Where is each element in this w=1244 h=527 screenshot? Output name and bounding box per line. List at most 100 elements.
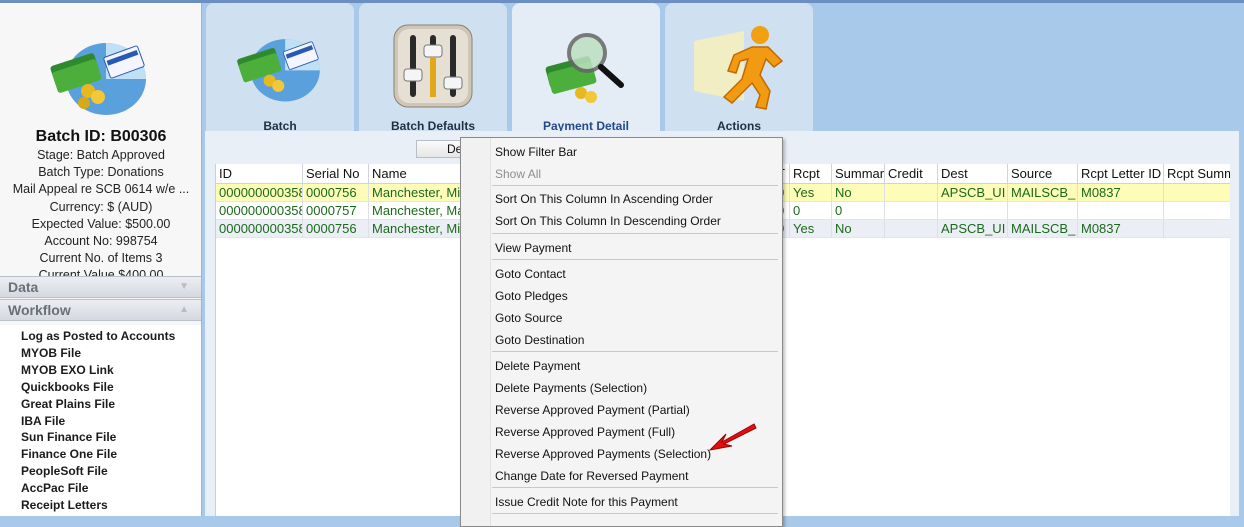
menu-item-goto-pledges[interactable]: Goto Pledges (495, 289, 568, 303)
cell-summary: 0 (832, 202, 885, 220)
batch-currency: Currency: $ (AUD) (49, 199, 153, 214)
chevron-down-icon: ▼ (179, 281, 189, 292)
cell-id: 00000000035811 (216, 184, 303, 202)
cell-rcpt-summary (1164, 184, 1230, 202)
cell-name: Manchester, Mi (369, 220, 461, 238)
workflow-item-myob-file[interactable]: MYOB File (0, 345, 201, 362)
batch-item-count: Current No. of Items 3 (39, 251, 163, 266)
cell-name: Manchester, Ma (369, 202, 461, 220)
money-credit-card-icon (50, 43, 146, 115)
cell-summary: No (832, 184, 885, 202)
cell-serial-no: 0000756 (303, 184, 369, 202)
menu-item-delete-payment[interactable]: Delete Payment (495, 359, 580, 373)
batch-account-no: Account No: 998754 (44, 234, 158, 249)
cell-serial-no: 0000757 (303, 202, 369, 220)
column-header-rcpt-letter-id[interactable]: Rcpt Letter ID (1078, 164, 1164, 184)
column-header-id[interactable]: ID (216, 164, 303, 184)
workflow-item-accpac[interactable]: AccPac File (0, 480, 201, 497)
batch-info: Batch ID: B00306 Stage: Batch Approved B… (0, 127, 201, 285)
cell-rcpt: 0 (790, 202, 832, 220)
workflow-item-great-plains[interactable]: Great Plains File (0, 396, 201, 413)
menu-item-issue-credit-note[interactable]: Issue Credit Note for this Payment (495, 495, 678, 509)
menu-item-sort-descending[interactable]: Sort On This Column In Descending Order (495, 214, 721, 228)
running-man-icon (694, 26, 784, 110)
workflow-item-myob-exo[interactable]: MYOB EXO Link (0, 362, 201, 379)
column-header-rcpt[interactable]: Rcpt (790, 164, 832, 184)
cell-dest: APSCB_UI (938, 184, 1008, 202)
cell-summary: No (832, 220, 885, 238)
cell-name: Manchester, Mi (369, 184, 461, 202)
menu-item-reverse-selection[interactable]: Reverse Approved Payments (Selection) (495, 447, 711, 461)
menu-separator (492, 513, 778, 514)
batch-expected-value: Expected Value: $500.00 (31, 216, 171, 231)
workflow-list: Log as Posted to Accounts MYOB File MYOB… (0, 325, 201, 516)
cell-id: 00000000035833 (216, 220, 303, 238)
cell-credit (885, 202, 938, 220)
grid-context-menu: Show Filter Bar Show All Sort On This Co… (460, 137, 783, 527)
workflow-section-header[interactable]: Workflow ▲ (0, 299, 201, 321)
menu-item-sort-ascending[interactable]: Sort On This Column In Ascending Order (495, 192, 713, 206)
cell-rcpt-summary (1164, 220, 1230, 238)
cell-rcpt: Yes (790, 220, 832, 238)
menu-item-show-all: Show All (495, 167, 542, 181)
menu-item-show-filter-bar[interactable]: Show Filter Bar (495, 145, 577, 159)
menu-icon-gutter (461, 138, 491, 526)
cell-id: 00000000035822 (216, 202, 303, 220)
cell-rcpt-letter-id (1078, 202, 1164, 220)
menu-separator (492, 351, 778, 352)
menu-item-delete-payments-selection[interactable]: Delete Payments (Selection) (495, 381, 647, 395)
menu-separator (492, 233, 778, 234)
menu-item-goto-contact[interactable]: Goto Contact (495, 267, 566, 281)
details-button[interactable]: Details (416, 140, 464, 158)
column-header-source[interactable]: Source (1008, 164, 1078, 184)
tab-payment-detail[interactable]: Payment Detail (512, 3, 660, 133)
workflow-section-label: Workflow (8, 302, 71, 318)
workflow-item-finance-one[interactable]: Finance One File (0, 446, 201, 463)
column-header-summary[interactable]: Summary (832, 164, 885, 184)
cell-source: MAILSCB_ (1008, 184, 1078, 202)
cell-dest: APSCB_UI (938, 220, 1008, 238)
money-credit-card-icon (237, 39, 320, 102)
menu-item-view-payment[interactable]: View Payment (495, 241, 571, 255)
batch-id: Batch ID: B00306 (35, 128, 167, 145)
tab-actions[interactable]: Actions (665, 3, 813, 133)
menu-item-goto-destination[interactable]: Goto Destination (495, 333, 584, 347)
cell-serial-no: 0000756 (303, 220, 369, 238)
column-header-name[interactable]: Name (369, 164, 461, 184)
workflow-item-iba[interactable]: IBA File (0, 413, 201, 430)
data-section-label: Data (8, 279, 39, 295)
column-header-serial-no[interactable]: Serial No (303, 164, 369, 184)
workflow-item-sun-finance[interactable]: Sun Finance File (0, 429, 201, 446)
menu-item-reverse-full[interactable]: Reverse Approved Payment (Full) (495, 425, 675, 439)
cell-rcpt-summary (1164, 202, 1230, 220)
batch-type: Batch Type: Donations (38, 165, 164, 180)
chevron-up-icon: ▲ (179, 304, 189, 315)
cell-credit (885, 184, 938, 202)
data-section-header[interactable]: Data ▼ (0, 276, 201, 298)
column-header-credit[interactable]: Credit (885, 164, 938, 184)
batch-appeal: Mail Appeal re SCB 0614 w/e ... (12, 182, 190, 197)
menu-separator (492, 487, 778, 488)
workflow-item-quickbooks[interactable]: Quickbooks File (0, 379, 201, 396)
cell-source (1008, 202, 1078, 220)
batch-summary-panel: Batch ID: B00306 Stage: Batch Approved B… (0, 3, 202, 516)
cell-rcpt-letter-id: M0837 (1078, 184, 1164, 202)
money-magnifier-icon (545, 33, 624, 103)
workflow-item-log-posted[interactable]: Log as Posted to Accounts (0, 328, 201, 345)
cell-dest (938, 202, 1008, 220)
cell-credit (885, 220, 938, 238)
column-header-rcpt-summary[interactable]: Rcpt Summary (1164, 164, 1230, 184)
menu-item-reverse-partial[interactable]: Reverse Approved Payment (Partial) (495, 403, 690, 417)
menu-item-change-date-reversed[interactable]: Change Date for Reversed Payment (495, 469, 688, 483)
column-header-dest[interactable]: Dest (938, 164, 1008, 184)
workflow-item-peoplesoft[interactable]: PeopleSoft File (0, 463, 201, 480)
menu-item-goto-source[interactable]: Goto Source (495, 311, 562, 325)
batch-stage: Stage: Batch Approved (37, 148, 165, 162)
menu-separator (492, 185, 778, 186)
workflow-item-receipt-letters[interactable]: Receipt Letters (0, 497, 201, 514)
menu-separator (492, 259, 778, 260)
tab-batch-defaults[interactable]: Batch Defaults (359, 3, 507, 133)
cell-rcpt-letter-id: M0837 (1078, 220, 1164, 238)
sliders-icon (393, 24, 473, 108)
tab-batch[interactable]: Batch (206, 3, 354, 133)
